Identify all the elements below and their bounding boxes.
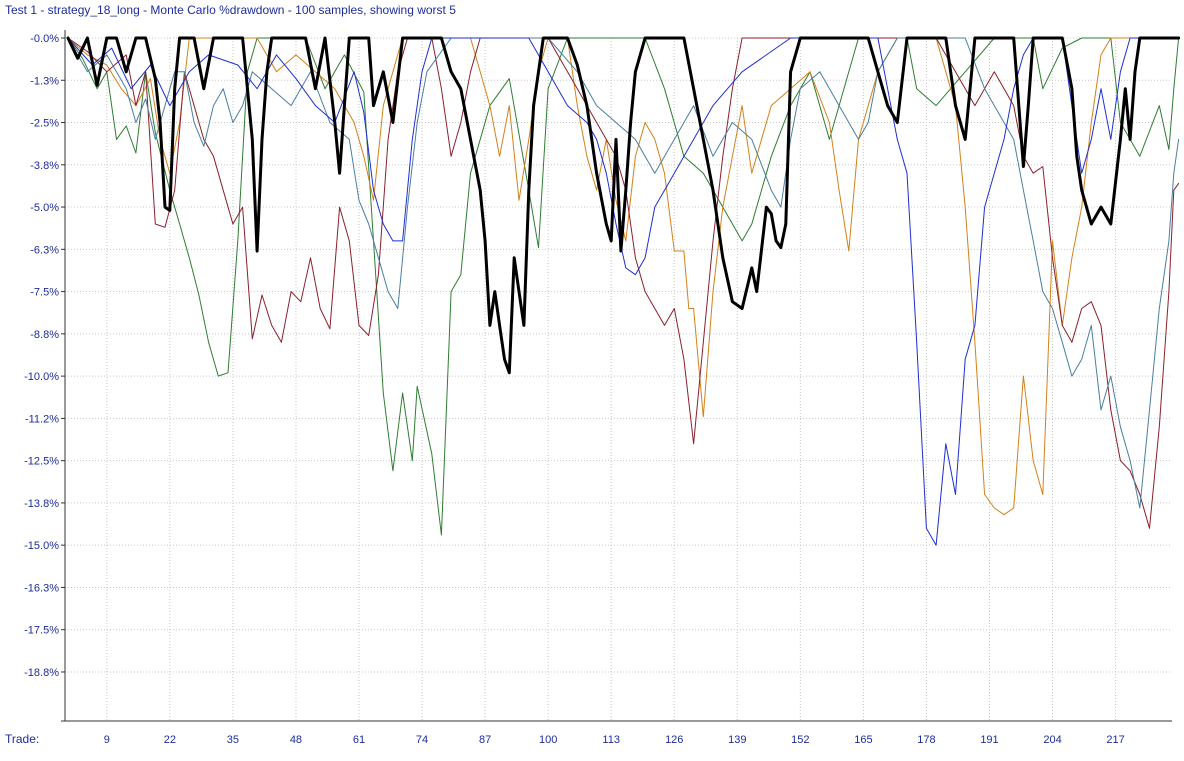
y-tick-label: -10.0% [24,371,59,383]
series-line-6 [66,36,1181,375]
x-tick-label: 61 [353,734,365,746]
y-tick-label: -13.8% [24,498,59,510]
x-tick-label: 152 [791,734,809,746]
y-tick-label: -8.8% [30,329,59,341]
x-tick-label: 74 [416,734,428,746]
x-tick-label: 48 [290,734,302,746]
y-tick-label: -7.5% [30,287,59,299]
x-tick-label: 204 [1043,734,1061,746]
x-tick-label: 191 [980,734,998,746]
y-tick-label: -12.5% [24,456,59,468]
series-line-2 [67,37,1180,516]
y-tick-label: -2.5% [30,118,59,130]
x-axis-label: Trade: [5,732,39,746]
y-tick-label: -3.8% [30,160,59,172]
drawdown-chart: -0.0% -1.3% -2.5% -3.8% -5.0% -6.3% -7.5% -8.8%… [5,30,1181,746]
series-line-4 [67,37,1180,509]
x-tick-label: 178 [917,734,935,746]
x-tick-label: 22 [164,734,176,746]
y-tick-label: -0.0% [30,33,59,45]
y-tick-label: -15.0% [24,540,59,552]
y-tick-label: -6.3% [30,244,59,256]
x-tick-label: 100 [539,734,557,746]
x-axis-ticks: 9 22 35 48 61 74 87 100 113 126 139 152 165 178 191 204… [104,734,1125,746]
x-tick-label: 165 [854,734,872,746]
x-tick-label: 217 [1106,734,1124,746]
x-tick-label: 87 [479,734,491,746]
y-axis-ticks: -0.0% -1.3% -2.5% -3.8% -5.0% -6.3% -7.5% -8.8%… [24,33,59,679]
y-tick-label: -1.3% [30,75,59,87]
x-tick-label: 126 [665,734,683,746]
y-tick-label: -5.0% [30,202,59,214]
x-tick-label: 139 [728,734,746,746]
x-tick-label: 35 [227,734,239,746]
y-tick-label: -17.5% [24,625,59,637]
y-tick-label: -16.3% [24,582,59,594]
x-tick-label: 113 [602,734,620,746]
x-tick-label: 9 [104,734,110,746]
y-tick-label: -11.2% [25,413,59,425]
y-tick-label: -18.8% [24,667,59,679]
grid-lines [65,37,1172,721]
